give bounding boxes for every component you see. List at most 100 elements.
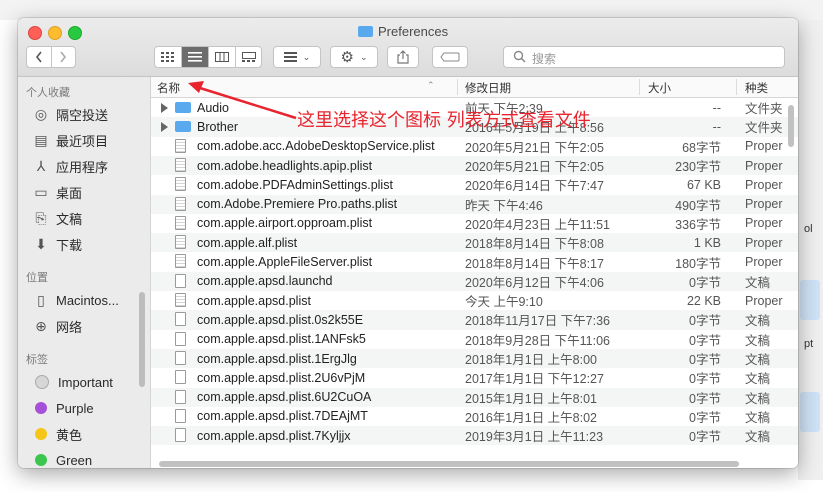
file-date: 2018年9月28日 下午11:06 — [465, 333, 610, 348]
sidebar-item-downloads[interactable]: ⬇ 下载 — [32, 233, 150, 255]
sidebar-item-desktop[interactable]: ▭ 桌面 — [32, 181, 150, 203]
file-size: 68字节 — [682, 140, 721, 155]
table-row[interactable]: com.apple.apsd.plist.1ANFsk5 2018年9月28日 下… — [151, 330, 798, 349]
sidebar-item-airdrop[interactable]: ◎ 隔空投送 — [32, 103, 150, 125]
background-window-strip — [0, 0, 823, 20]
file-date: 2020年5月21日 下午2:05 — [465, 160, 604, 175]
sidebar-item-tag-purple[interactable]: Purple — [32, 397, 150, 419]
column-view-button[interactable] — [209, 47, 236, 67]
sort-chevron-icon: ⌃ — [427, 80, 435, 90]
group-button[interactable]: ⌄ — [273, 46, 321, 68]
vertical-scrollbar[interactable] — [788, 105, 794, 147]
minimize-button[interactable] — [48, 26, 62, 40]
tag-dot-icon — [35, 402, 47, 414]
file-kind: Proper — [745, 293, 783, 308]
document-icon — [175, 370, 186, 385]
share-button[interactable] — [387, 46, 419, 68]
sidebar-header-tags: 标签 — [26, 354, 48, 366]
forward-button[interactable] — [52, 47, 76, 67]
file-size: 0字节 — [689, 391, 721, 406]
sidebar-item-applications[interactable]: ⅄ 应用程序 — [32, 155, 150, 177]
tag-button[interactable] — [432, 46, 468, 68]
table-row[interactable]: com.adobe.PDFAdminSettings.plist 2020年6月1… — [151, 175, 798, 194]
file-size: 0字节 — [689, 333, 721, 348]
column-header-name[interactable]: 名称 — [157, 80, 180, 96]
sidebar-header-locations: 位置 — [26, 272, 48, 284]
file-size: 336字节 — [675, 217, 721, 232]
folder-icon — [358, 26, 373, 37]
disclosure-triangle-icon[interactable] — [161, 102, 168, 113]
file-kind: Proper — [745, 139, 783, 154]
folder-icon — [175, 121, 191, 133]
table-row[interactable]: com.apple.apsd.plist.1ErgJlg 2018年1月1日 上午… — [151, 348, 798, 369]
file-kind: 文稿 — [745, 314, 771, 329]
downloads-icon: ⬇ — [35, 235, 47, 252]
file-date: 2020年6月12日 下午4:06 — [465, 275, 604, 290]
table-row[interactable]: com.adobe.acc.AdobeDesktopService.plist 2… — [151, 137, 798, 156]
disk-icon: ▯ — [37, 291, 45, 308]
sidebar-item-macintosh-hd[interactable]: ▯ Macintos... — [32, 289, 150, 311]
file-name: com.apple.apsd.plist.7Kyljjx — [197, 428, 351, 443]
sidebar-item-tag-yellow[interactable]: 黄色 — [32, 423, 150, 445]
view-mode-control — [154, 46, 262, 68]
file-name: com.apple.apsd.plist.0s2k55E — [197, 312, 364, 327]
table-row[interactable]: com.apple.apsd.plist.7Kyljjx 2019年3月1日 上午… — [151, 426, 798, 446]
table-row[interactable]: com.apple.apsd.plist 今天 上午9:10 22 KB Proper — [151, 291, 798, 310]
column-header-size[interactable]: 大小 — [648, 80, 671, 96]
plist-file-icon — [175, 177, 186, 192]
file-size: 0字节 — [689, 410, 721, 425]
table-row[interactable]: com.apple.apsd.plist.2U6vPjM 2017年1月1日 下午… — [151, 368, 798, 387]
document-icon — [175, 428, 186, 443]
file-date: 2018年11月17日 下午7:36 — [465, 314, 610, 329]
sidebar-scrollbar[interactable] — [139, 292, 145, 387]
back-button[interactable] — [27, 47, 52, 67]
sidebar-item-tag-important[interactable]: Important — [32, 371, 150, 393]
zoom-button[interactable] — [68, 26, 82, 40]
background-panel — [800, 392, 820, 432]
list-view-button[interactable] — [181, 47, 209, 67]
chevron-right-icon — [60, 51, 67, 63]
file-size: 0字节 — [689, 275, 721, 290]
documents-icon: ⎘ — [35, 209, 47, 226]
table-row[interactable]: com.apple.AppleFileServer.plist 2018年8月14… — [151, 252, 798, 271]
file-size: -- — [712, 100, 721, 115]
file-kind: Proper — [745, 197, 783, 212]
table-row[interactable]: com.adobe.headlights.apip.plist 2020年5月21… — [151, 155, 798, 176]
sidebar-item-documents[interactable]: ⎘ 文稿 — [32, 207, 150, 229]
search-input[interactable]: 搜索 — [503, 46, 785, 68]
icon-view-button[interactable] — [155, 47, 182, 67]
table-row[interactable]: com.apple.apsd.plist.7DEAjMT 2016年1月1日 上午… — [151, 407, 798, 426]
file-date: 2016年1月1日 上午8:02 — [465, 410, 598, 425]
table-row[interactable]: com.apple.apsd.launchd 2020年6月12日 下午4:06 0… — [151, 271, 798, 291]
file-name: com.apple.apsd.plist.2U6vPjM — [197, 370, 366, 385]
file-name: com.apple.apsd.plist.1ANFsk5 — [197, 332, 366, 347]
column-header-date[interactable]: 修改日期 — [465, 80, 511, 96]
sidebar-item-tag-green[interactable]: Green — [32, 449, 150, 468]
table-row[interactable]: com.apple.airport.opproam.plist 2020年4月23… — [151, 214, 798, 233]
close-button[interactable] — [28, 26, 42, 40]
gallery-view-button[interactable] — [236, 47, 262, 67]
file-size: 22 KB — [686, 293, 721, 308]
background-window-edge: ol pt — [798, 20, 823, 480]
file-name: com.adobe.PDFAdminSettings.plist — [197, 177, 393, 192]
file-size: -- — [712, 119, 721, 134]
sidebar-item-recents[interactable]: ▤ 最近项目 — [32, 129, 150, 151]
chevron-left-icon — [35, 51, 42, 63]
file-name: com.apple.apsd.launchd — [197, 274, 333, 289]
file-kind: 文件夹 — [745, 102, 783, 117]
table-row[interactable]: com.Adobe.Premiere Pro.paths.plist 昨天 下午4… — [151, 194, 798, 214]
table-row[interactable]: com.apple.apsd.plist.6U2CuOA 2015年1月1日 上午… — [151, 387, 798, 407]
file-name: com.adobe.headlights.apip.plist — [197, 158, 373, 173]
document-icon — [175, 312, 186, 327]
file-kind: 文稿 — [745, 353, 771, 368]
horizontal-scrollbar[interactable] — [159, 461, 739, 467]
file-kind: 文稿 — [745, 333, 771, 348]
disclosure-triangle-icon[interactable] — [161, 121, 168, 132]
table-row[interactable]: com.apple.apsd.plist.0s2k55E 2018年11月17日 … — [151, 310, 798, 330]
column-header: 名称 ⌃ 修改日期 大小 种类 — [151, 77, 798, 98]
action-button[interactable]: ⚙ ⌄ — [330, 46, 378, 68]
column-header-kind[interactable]: 种类 — [745, 80, 768, 96]
document-icon — [175, 331, 186, 346]
sidebar-item-network[interactable]: ⊕ 网络 — [32, 315, 150, 337]
table-row[interactable]: com.apple.alf.plist 2018年8月14日 下午8:08 1 KB… — [151, 233, 798, 253]
